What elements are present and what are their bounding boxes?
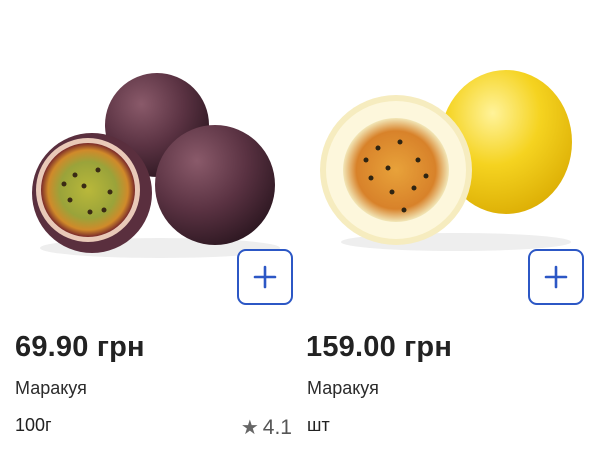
star-icon: ★ xyxy=(240,417,259,439)
product-name[interactable]: Маракуя xyxy=(15,378,87,399)
plus-icon xyxy=(253,265,277,289)
product-card[interactable]: 159.00 грн Маракуя шт xyxy=(296,0,593,471)
product-name[interactable]: Маракуя xyxy=(307,378,379,399)
product-image[interactable] xyxy=(0,20,296,270)
product-price: 159.00 грн xyxy=(306,331,453,363)
product-card[interactable]: 69.90 грн Маракуя 100г ★ 4.1 xyxy=(0,0,296,471)
add-to-cart-button[interactable] xyxy=(528,249,584,305)
add-to-cart-button[interactable] xyxy=(237,249,293,305)
product-unit: шт xyxy=(307,415,330,435)
plus-icon xyxy=(544,265,568,289)
product-unit: 100г xyxy=(15,415,52,435)
product-rating: ★ 4.1 xyxy=(241,415,292,440)
rating-value: 4.1 xyxy=(262,415,292,439)
product-price: 69.90 грн xyxy=(15,331,145,363)
product-image[interactable] xyxy=(296,20,593,270)
